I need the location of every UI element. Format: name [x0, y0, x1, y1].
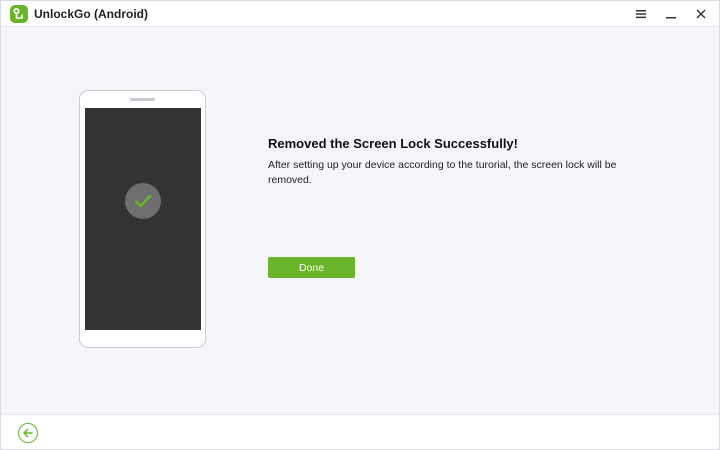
app-logo-icon: [10, 5, 28, 23]
close-button[interactable]: [687, 1, 715, 27]
footer-bar: [1, 414, 719, 449]
done-button[interactable]: Done: [268, 257, 355, 278]
success-badge: [125, 183, 161, 219]
main-content: Removed the Screen Lock Successfully! Af…: [1, 27, 719, 414]
minimize-icon: [666, 17, 676, 19]
app-title: UnlockGo (Android): [34, 7, 148, 21]
phone-illustration: [79, 90, 206, 348]
hamburger-menu-icon: [636, 10, 646, 19]
back-button[interactable]: [18, 423, 38, 443]
phone-speaker: [130, 98, 155, 101]
result-title: Removed the Screen Lock Successfully!: [268, 136, 518, 151]
close-icon: [696, 9, 706, 19]
back-arrow-icon: [23, 428, 33, 438]
checkmark-icon: [134, 194, 152, 208]
result-description: After setting up your device according t…: [268, 159, 617, 186]
title-bar: UnlockGo (Android): [1, 1, 719, 27]
menu-button[interactable]: [627, 1, 655, 27]
phone-screen: [85, 108, 201, 330]
minimize-button[interactable]: [657, 1, 685, 27]
